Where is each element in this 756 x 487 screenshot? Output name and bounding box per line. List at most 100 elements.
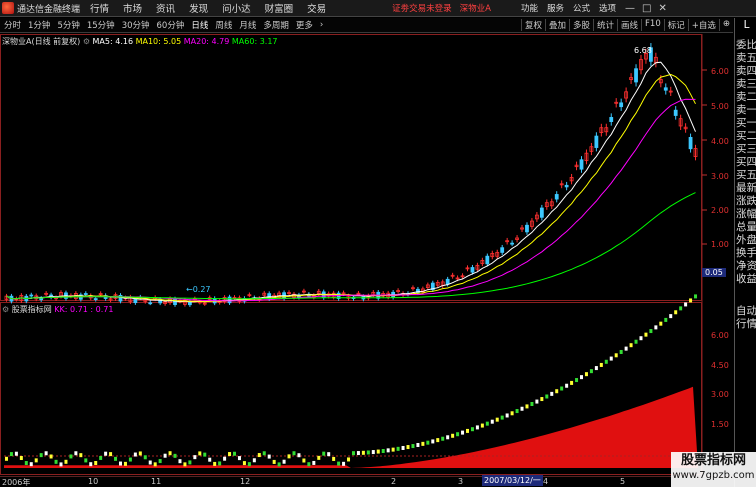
indicator-bar <box>193 455 197 460</box>
settings-icon[interactable]: ⚙ <box>2 305 9 314</box>
indicator-bar <box>84 458 88 463</box>
indicator-bar <box>515 409 519 414</box>
indicator-bar <box>282 459 286 464</box>
indicator-bar <box>228 452 232 457</box>
indicator-bar <box>69 454 73 459</box>
candle-body <box>564 184 569 188</box>
indicator-bar <box>158 459 162 464</box>
panel-item: 卖四 <box>736 65 756 77</box>
indicator-bar <box>178 459 182 464</box>
indicator-bar <box>619 349 623 354</box>
menu-formula[interactable]: 公式 <box>573 2 590 14</box>
candle-body <box>594 135 599 148</box>
indicator-bar <box>118 461 122 466</box>
panel-item: 总量 <box>736 221 756 233</box>
multi-stock-button[interactable]: 多股 <box>568 19 593 31</box>
auto-quote-toggle[interactable]: 自动 <box>736 305 756 317</box>
zoom-icon[interactable]: ⊕ <box>718 19 733 31</box>
period-monthly[interactable]: 月线 <box>239 19 256 31</box>
indicator-bar <box>441 436 445 441</box>
indicator-bar <box>89 462 93 467</box>
date-label: 12 <box>240 477 251 486</box>
settings-icon[interactable]: ⚙ <box>83 37 90 46</box>
menu-ask[interactable]: 问小达 <box>222 1 251 15</box>
panel-item: 卖一 <box>736 104 756 116</box>
period-15min[interactable]: 15分钟 <box>87 19 115 31</box>
low-price-value: 0.27 <box>192 285 211 294</box>
menu-options[interactable]: 选项 <box>599 2 616 14</box>
menu-news[interactable]: 资讯 <box>156 1 175 15</box>
indicator-bar <box>629 343 633 348</box>
indicator-bar <box>674 310 678 315</box>
indicator-bar <box>114 456 118 461</box>
indicator-bar <box>14 451 18 456</box>
menu-function[interactable]: 功能 <box>521 2 538 14</box>
indicator-bar <box>376 449 380 454</box>
indicator-bar <box>654 325 658 330</box>
indicator-bar <box>133 452 137 457</box>
statistics-button[interactable]: 统计 <box>592 19 617 31</box>
menu-trade[interactable]: 交易 <box>307 1 326 15</box>
period-toolbar: 分时 1分钟 5分钟 15分钟 30分钟 60分钟 日线 周线 月线 多周期 更… <box>0 18 733 33</box>
watermark-title: 股票指标网 <box>680 453 746 468</box>
period-60min[interactable]: 60分钟 <box>157 19 185 31</box>
stock-title: 深物业A(日线 前复权) <box>2 37 81 46</box>
menu-market[interactable]: 市场 <box>123 1 142 15</box>
indicator-bar <box>337 461 341 466</box>
indicator-bar <box>495 417 499 422</box>
candle-body <box>93 298 98 300</box>
candle-body <box>173 298 177 305</box>
indicator-bar <box>391 447 395 452</box>
menu-discover[interactable]: 发现 <box>189 1 208 15</box>
panel-item: 委比 <box>736 39 756 51</box>
panel-item: 外盘 <box>736 234 756 246</box>
more-arrow-icon[interactable]: › <box>320 20 323 30</box>
indicator-bar <box>312 460 316 465</box>
overlay-button[interactable]: 叠加 <box>544 19 569 31</box>
period-30min[interactable]: 30分钟 <box>122 19 150 31</box>
kk-value-2: : 0.71 <box>90 305 114 314</box>
indicator-bar <box>634 339 638 344</box>
indicator-bar <box>247 462 251 467</box>
indicator-bar <box>361 450 365 455</box>
indicator-bar <box>223 456 227 461</box>
period-multi[interactable]: 多周期 <box>263 19 289 31</box>
draw-line-button[interactable]: 画线 <box>617 19 641 31</box>
adjust-button[interactable]: 复权 <box>520 19 545 31</box>
add-watchlist-button[interactable]: +自选 <box>687 19 719 31</box>
sub-axis-label: 1.50 <box>711 420 729 429</box>
candle-body <box>663 87 668 91</box>
auto-quote-toggle-2[interactable]: 行情 <box>736 318 756 330</box>
sub-pane-info: ⚙ 股票指标网 KK: 0.71 : 0.71 <box>2 304 113 315</box>
period-5min[interactable]: 5分钟 <box>57 19 79 31</box>
trade-login-warning[interactable]: 证劵交易未登录 <box>392 2 452 14</box>
period-daily[interactable]: 日线 <box>191 19 208 31</box>
date-label: 3 <box>458 477 464 486</box>
candle-body <box>673 109 678 116</box>
menu-wealth[interactable]: 财富圈 <box>265 1 294 15</box>
indicator-bar <box>237 456 241 461</box>
menu-quotes[interactable]: 行情 <box>90 1 109 15</box>
price-axis-label: 5.00 <box>711 102 729 111</box>
mark-button[interactable]: 标记 <box>663 19 688 31</box>
indicator-bar <box>173 453 177 458</box>
chart-canvas[interactable] <box>0 34 733 476</box>
indicator-bar <box>416 442 420 447</box>
f10-button[interactable]: F10 <box>641 19 664 31</box>
period-weekly[interactable]: 周线 <box>215 19 232 31</box>
menu-service[interactable]: 服务 <box>547 2 564 14</box>
period-more[interactable]: 更多 <box>296 19 313 31</box>
panel-header-icon[interactable]: L <box>736 19 756 31</box>
period-1min[interactable]: 1分钟 <box>28 19 50 31</box>
indicator-bar <box>461 430 465 435</box>
close-icon[interactable]: ✕ <box>658 3 666 14</box>
indicator-bar <box>679 306 683 311</box>
indicator-bar <box>163 453 167 458</box>
minimize-icon[interactable]: — <box>625 3 635 14</box>
period-tick[interactable]: 分时 <box>4 19 21 31</box>
indicator-bar <box>580 375 584 380</box>
date-axis: 2006年 10 11 12 2 3 4 5 <box>0 476 733 487</box>
kline-chart[interactable] <box>0 34 733 476</box>
maximize-icon[interactable]: □ <box>642 3 651 14</box>
indicator-bar <box>599 362 603 367</box>
